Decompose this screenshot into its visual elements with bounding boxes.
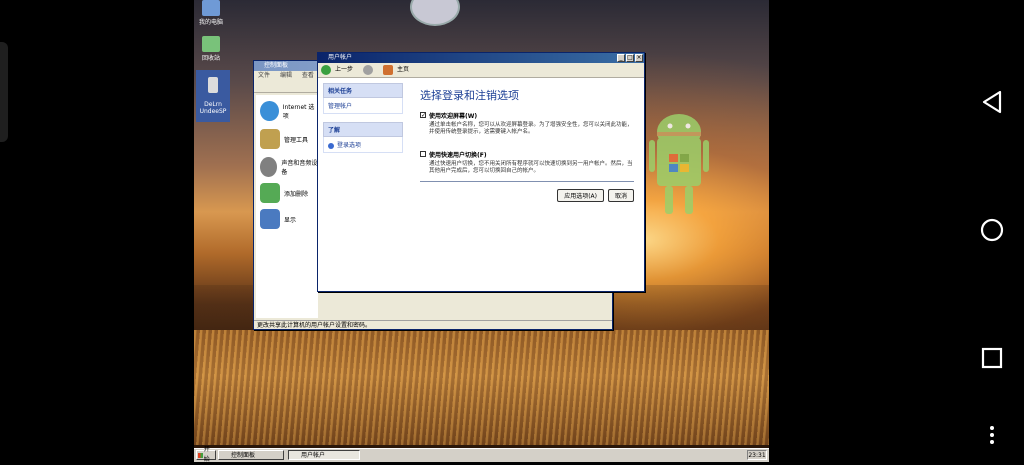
display-icon [260,209,280,229]
computer-icon [202,0,220,16]
windows-flag-icon [198,452,203,458]
screen: 我的电脑 回收站 DeLrn UndeeSP 控制面板 文件 编辑 查看 Int… [0,0,1024,463]
home-button-label[interactable]: 主页 [397,63,409,77]
more-options-icon[interactable] [988,418,996,452]
maximize-button[interactable]: □ [626,54,634,62]
user-accounts-sidebar: 相关任务 管理帐户 了解 登录选项 [323,83,403,161]
recycle-bin-icon [202,36,220,52]
start-button[interactable]: 开始 [196,446,216,463]
file-icon [208,77,218,93]
divider [420,181,634,182]
android-navigation-bar [960,0,1024,461]
control-panel-status: 更改共享此计算机的用户帐户设置和密码。 [254,320,612,329]
option-fast-user-switching[interactable]: 使用快速用户切换(F) [420,150,634,159]
wallpaper-grass [194,330,769,445]
help-icon [328,142,334,149]
related-tasks-header: 相关任务 [323,83,403,98]
taskbar-clock: 23:31 [747,450,767,460]
fast-user-switching-desc: 通过快速用户切换，您不用关闭所有程序就可以快速切换到另一用户帐户。然后，当其他用… [429,161,633,174]
windows-orb-icon[interactable] [410,0,460,26]
android-home-button[interactable] [974,212,1010,248]
button-row: 应用选项(A) 取消 [420,189,634,202]
taskbar: 开始 控制面板 用户帐户 23:31 [194,446,769,463]
home-icon[interactable] [383,65,394,75]
welcome-screen-checkbox[interactable]: ✓ [420,112,426,119]
forward-arrow-icon[interactable] [363,65,374,75]
speaker-icon [260,157,278,177]
related-tasks-link[interactable]: 管理帐户 [323,98,403,114]
desktop-icon-my-computer[interactable]: 我的电脑 [194,0,228,26]
fast-user-switching-checkbox[interactable] [420,151,426,157]
cp-item-sound[interactable]: 声音和音频设备 [260,157,318,177]
android-logo-icon [649,114,709,214]
globe-icon [260,101,279,121]
learn-link[interactable]: 登录选项 [323,137,403,153]
user-accounts-titlebar[interactable]: 用户帐户 _ □ × [318,53,644,63]
menu-file[interactable]: 文件 [258,72,270,79]
desktop-icon-file[interactable]: DeLrn UndeeSP [196,70,230,122]
control-panel-content: Internet 选项 管理工具 声音和音频设备 添加删除 显示 [256,95,318,318]
learn-header: 了解 [323,122,403,137]
menu-view[interactable]: 查看 [302,72,314,79]
recent-square-icon [981,347,1003,369]
desktop-icon-recycle-bin[interactable]: 回收站 [194,36,228,62]
page-title: 选择登录和注销选项 [420,89,519,102]
add-remove-icon [260,183,280,203]
back-button-label[interactable]: 上一步 [335,63,353,77]
cp-item-display[interactable]: 显示 [260,209,296,229]
menu-edit[interactable]: 编辑 [280,72,292,79]
minimize-button[interactable]: _ [617,54,625,62]
user-accounts-main: 选择登录和注销选项 ✓ 使用欢迎屏幕(W) 通过单击帐户名称，您可以从欢迎屏幕登… [420,87,634,202]
cp-item-internet-options[interactable]: Internet 选项 [260,101,318,121]
side-drag-handle[interactable] [0,42,8,142]
android-recent-apps-button[interactable] [974,340,1010,376]
back-triangle-icon [982,90,1002,114]
cp-item-admin-tools[interactable]: 管理工具 [260,129,308,149]
tools-icon [260,129,280,149]
user-accounts-window[interactable]: 用户帐户 _ □ × 上一步 主页 相关任务 管理帐户 了解 登录选项 选择登录… [317,52,645,292]
cancel-button[interactable]: 取消 [607,189,634,202]
android-back-button[interactable] [974,84,1010,120]
close-button[interactable]: × [635,54,643,62]
taskbar-item-control-panel[interactable]: 控制面板 [218,450,284,460]
cp-item-add-remove[interactable]: 添加删除 [260,183,308,203]
back-arrow-icon[interactable] [321,65,331,75]
apply-options-button[interactable]: 应用选项(A) [557,189,604,202]
welcome-screen-desc: 通过单击帐户名称，您可以从欢迎屏幕登录。为了增强安全性，您可以关闭此功能，并使用… [429,122,633,135]
taskbar-item-user-accounts[interactable]: 用户帐户 [288,450,360,460]
home-circle-icon [980,218,1004,242]
option-welcome-screen[interactable]: ✓ 使用欢迎屏幕(W) [420,111,634,120]
user-accounts-toolbar: 上一步 主页 [318,63,644,78]
